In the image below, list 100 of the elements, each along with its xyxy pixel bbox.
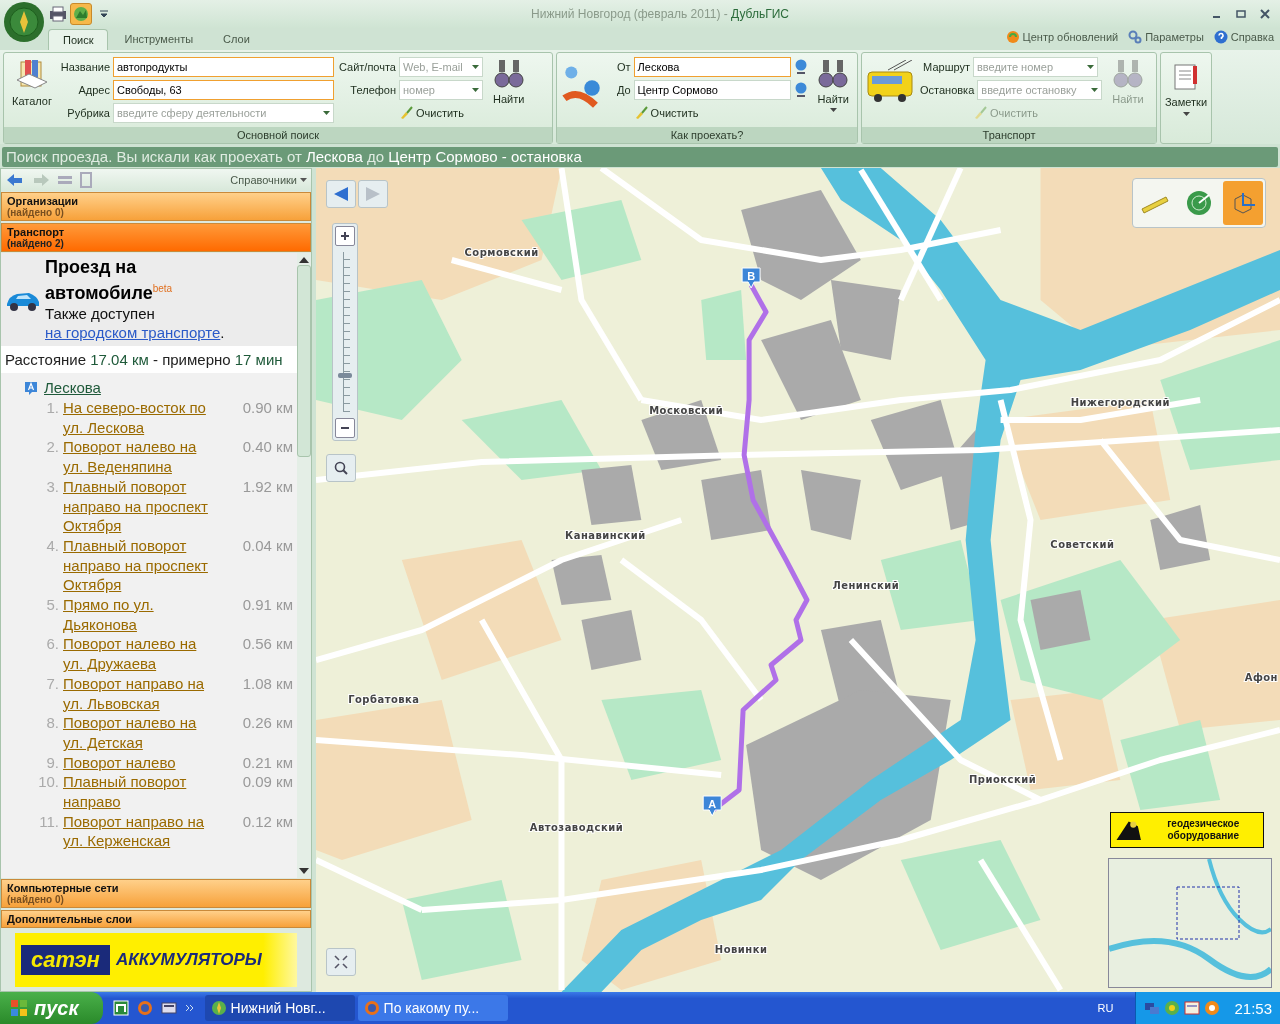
step-distance: 1.08 км	[241, 673, 294, 694]
input-field[interactable]: Лескова	[633, 57, 791, 77]
route-point-marker[interactable]: A	[702, 795, 722, 817]
back-arrow-icon[interactable]	[5, 172, 25, 188]
zoom-slider-thumb[interactable]	[338, 372, 352, 378]
customize-button[interactable]	[100, 10, 108, 18]
caret-icon	[300, 178, 307, 182]
step-link[interactable]: Плавный поворот направо на проспект Октября	[63, 535, 215, 596]
network-icon[interactable]	[1144, 1000, 1161, 1016]
print-button[interactable]	[48, 4, 68, 24]
scrollbar[interactable]	[297, 253, 311, 878]
zoom-area-button[interactable]	[326, 454, 356, 482]
scroll-down-icon[interactable]	[299, 868, 309, 874]
industrial-area	[1030, 590, 1091, 650]
transit-link[interactable]: на городском транспорте	[45, 324, 221, 341]
start-point-link[interactable]: Лескова	[44, 378, 101, 398]
catalog-button[interactable]: Каталог	[8, 56, 56, 109]
step-distance: 0.26 км	[241, 713, 294, 734]
route-point-marker[interactable]: B	[741, 267, 761, 289]
step-link[interactable]: Плавный поворот направо на проспект Октября	[63, 476, 215, 536]
settings-icon	[1128, 30, 1143, 44]
clear-button[interactable]: Очистить	[633, 106, 699, 120]
taskbar-button[interactable]: Нижний Новг...	[204, 995, 355, 1021]
district-label: Московский	[649, 405, 724, 416]
browser-icon[interactable]	[136, 1000, 153, 1016]
cube-tool-button[interactable]	[1223, 181, 1263, 225]
player-icon[interactable]	[1204, 1000, 1221, 1016]
ad-logo: сатэн	[21, 945, 110, 975]
windows-logo	[10, 999, 28, 1017]
zoom-in-button[interactable]	[335, 226, 355, 246]
industrial-area	[581, 610, 642, 670]
field-label: Рубрика	[66, 107, 110, 119]
input-field[interactable]: автопродукты	[113, 57, 334, 77]
district-label: Автозаводский	[529, 822, 624, 833]
field-label: Остановка	[920, 84, 975, 96]
browser-icon	[363, 1000, 380, 1016]
location-pin-icon[interactable]	[793, 59, 808, 75]
map-ad-banner[interactable]: геодезическое оборудование	[1110, 812, 1264, 848]
step-link[interactable]: Поворот направо на ул. Керженская	[63, 811, 215, 852]
ribbon-tab[interactable]: Слои	[209, 29, 264, 50]
step-number: 3.	[45, 476, 60, 497]
find-button[interactable]: Найти	[489, 56, 529, 107]
scroll-up-icon[interactable]	[299, 257, 309, 263]
globe-icon[interactable]	[1164, 1000, 1181, 1016]
step-number: 4.	[45, 535, 60, 556]
accordion-header[interactable]: Транспорт (найдено 2)	[1, 223, 311, 252]
caret-icon	[829, 108, 837, 112]
input-field[interactable]: Свободы, 63	[113, 80, 334, 100]
start-button[interactable]: пуск	[0, 992, 103, 1024]
ad-banner[interactable]: сатэн АККУМУЛЯТОРЫ	[15, 933, 297, 987]
input-field[interactable]: Центр Сормово	[633, 80, 791, 100]
alternative-note: Также доступен на городском транспорте.	[45, 304, 226, 342]
step-link[interactable]: Поворот налево	[63, 752, 215, 773]
ribbon-tab[interactable]: Инструменты	[110, 29, 208, 50]
mail-icon[interactable]	[1184, 1000, 1201, 1016]
broom-icon	[399, 106, 413, 120]
district-label: Нижегородский	[1070, 397, 1170, 408]
ribbon-tab[interactable]: Поиск	[48, 29, 109, 50]
step-link[interactable]: На северо-восток по ул. Лескова	[63, 398, 215, 438]
taskbar-button[interactable]: По какому пу...	[357, 995, 508, 1021]
field-label: Адрес	[77, 84, 110, 96]
header-link[interactable]: Центр обновлений	[1022, 31, 1119, 43]
step-link[interactable]: Прямо по ул. Дьяконова	[63, 595, 215, 635]
field-label: До	[615, 84, 631, 96]
launcher-icon[interactable]	[112, 1000, 129, 1016]
clear-button[interactable]: Очистить	[399, 106, 464, 120]
dropdown-caret-icon	[1091, 88, 1099, 92]
step-link[interactable]: Поворот налево на ул. Детская	[63, 713, 215, 753]
district-label: Ленинский	[832, 580, 900, 591]
header-link[interactable]: Справка	[1230, 31, 1274, 43]
trolleybus-icon	[866, 60, 916, 104]
step-link[interactable]: Поворот налево на ул. Веденяпина	[63, 437, 215, 477]
step-link[interactable]: Плавный поворот направо	[63, 772, 215, 812]
industrial-area	[581, 465, 642, 525]
map-back-button[interactable]	[326, 180, 356, 208]
step-distance: 0.21 км	[241, 752, 294, 773]
directories-menu[interactable]: Справочники	[230, 174, 307, 186]
location-pin-icon[interactable]	[793, 82, 808, 98]
refresh-icon	[1005, 30, 1020, 44]
step-link[interactable]: Поворот направо на ул. Львовская	[63, 673, 215, 714]
fullscreen-button[interactable]	[326, 948, 356, 976]
step-number: 2.	[45, 437, 60, 458]
step-distance: 1.92 км	[241, 476, 294, 497]
step-link[interactable]: Поворот налево на ул. Дружаева	[63, 634, 215, 674]
zoom-out-button[interactable]	[335, 418, 355, 438]
find-button[interactable]: Найти	[813, 56, 853, 114]
desktop-icon[interactable]	[160, 1000, 177, 1016]
dropdown-caret-icon	[472, 88, 479, 92]
accordion-header[interactable]: Дополнительные слои	[1, 910, 311, 928]
language-indicator[interactable]: RU	[1097, 1002, 1136, 1014]
maximize-icon[interactable]	[1236, 9, 1246, 19]
close-icon[interactable]	[1260, 9, 1270, 19]
app-menu-button[interactable]	[4, 2, 44, 42]
printer-icon	[49, 6, 67, 22]
field-label: Маршрут	[922, 61, 970, 73]
broom-icon	[633, 106, 648, 120]
overflow-chevron-icon[interactable]	[184, 1003, 195, 1013]
result-title: Проезд на автомобиле$^{beta}$	[45, 257, 174, 304]
group-caption: Основной поиск	[4, 127, 552, 143]
header-link[interactable]: Параметры	[1145, 31, 1204, 43]
